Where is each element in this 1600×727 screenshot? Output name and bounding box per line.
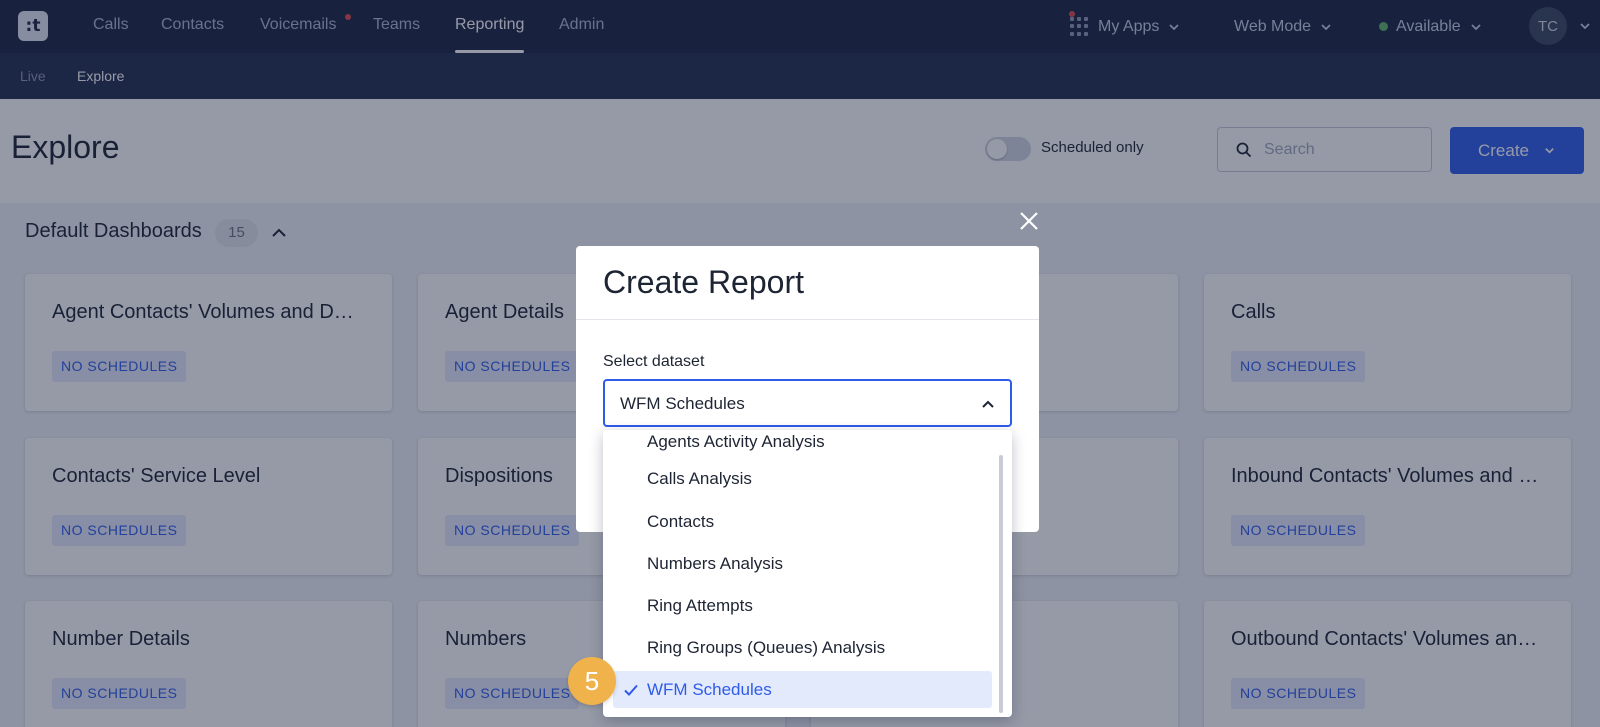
dataset-option[interactable]: Calls Analysis bbox=[603, 458, 988, 500]
dataset-option[interactable]: Numbers Analysis bbox=[603, 543, 988, 585]
step-marker: 5 bbox=[568, 657, 616, 705]
divider bbox=[576, 319, 1039, 320]
dataset-select-value: WFM Schedules bbox=[620, 394, 745, 413]
dialog-title: Create Report bbox=[603, 264, 804, 300]
dataset-field-label: Select dataset bbox=[603, 353, 705, 370]
dataset-select[interactable]: WFM Schedules bbox=[603, 379, 1012, 427]
dataset-dropdown: Agents Activity Analysis Calls Analysis … bbox=[603, 430, 1012, 717]
dataset-option-label: WFM Schedules bbox=[647, 680, 772, 699]
dataset-option[interactable]: Ring Attempts bbox=[603, 585, 988, 627]
chevron-up-icon bbox=[982, 400, 994, 408]
dataset-option[interactable]: Contacts bbox=[603, 501, 988, 543]
dropdown-scrollbar[interactable] bbox=[999, 455, 1003, 713]
check-icon bbox=[624, 684, 638, 696]
close-icon[interactable] bbox=[1018, 210, 1040, 232]
dataset-option[interactable]: Ring Groups (Queues) Analysis bbox=[603, 627, 988, 669]
dataset-option-selected[interactable]: WFM Schedules bbox=[613, 671, 992, 708]
